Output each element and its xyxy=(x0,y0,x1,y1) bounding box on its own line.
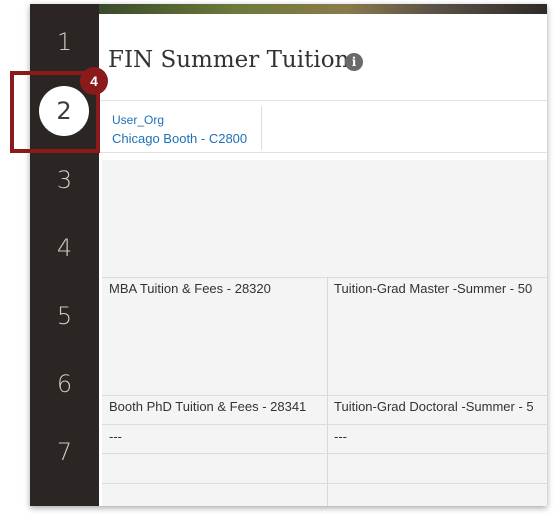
step-6[interactable]: 6 xyxy=(30,370,99,398)
table-row-divider xyxy=(102,424,547,425)
table-row-divider xyxy=(102,453,547,454)
table-column-divider xyxy=(327,277,328,506)
page-title: FIN Summer Tuition xyxy=(108,47,350,73)
callout-number-badge: 4 xyxy=(80,67,108,95)
table-cell: MBA Tuition & Fees - 28320 xyxy=(109,281,271,296)
table-cell: Tuition-Grad Master -Summer - 50 xyxy=(334,281,533,296)
step-4[interactable]: 4 xyxy=(30,234,99,262)
step-3[interactable]: 3 xyxy=(30,166,99,194)
prompt-value[interactable]: Chicago Booth - C2800 xyxy=(112,131,247,146)
table-cell: Booth PhD Tuition & Fees - 28341 xyxy=(109,399,307,414)
table-row-divider xyxy=(102,483,547,484)
step-7[interactable]: 7 xyxy=(30,438,99,466)
divider xyxy=(99,100,547,101)
report-table xyxy=(102,160,547,506)
table-cell: Tuition-Grad Doctoral -Summer - 5 xyxy=(334,399,534,414)
divider xyxy=(261,106,262,150)
table-cell: --- xyxy=(109,429,122,444)
info-icon[interactable]: i xyxy=(345,53,363,71)
table-cell: --- xyxy=(334,429,347,444)
divider xyxy=(99,152,547,153)
prompt-label[interactable]: User_Org xyxy=(112,113,164,127)
table-row-divider xyxy=(102,277,547,278)
step-5[interactable]: 5 xyxy=(30,302,99,330)
table-row-divider xyxy=(102,395,547,396)
step-1[interactable]: 1 xyxy=(30,28,99,56)
header-banner-image xyxy=(99,4,547,14)
